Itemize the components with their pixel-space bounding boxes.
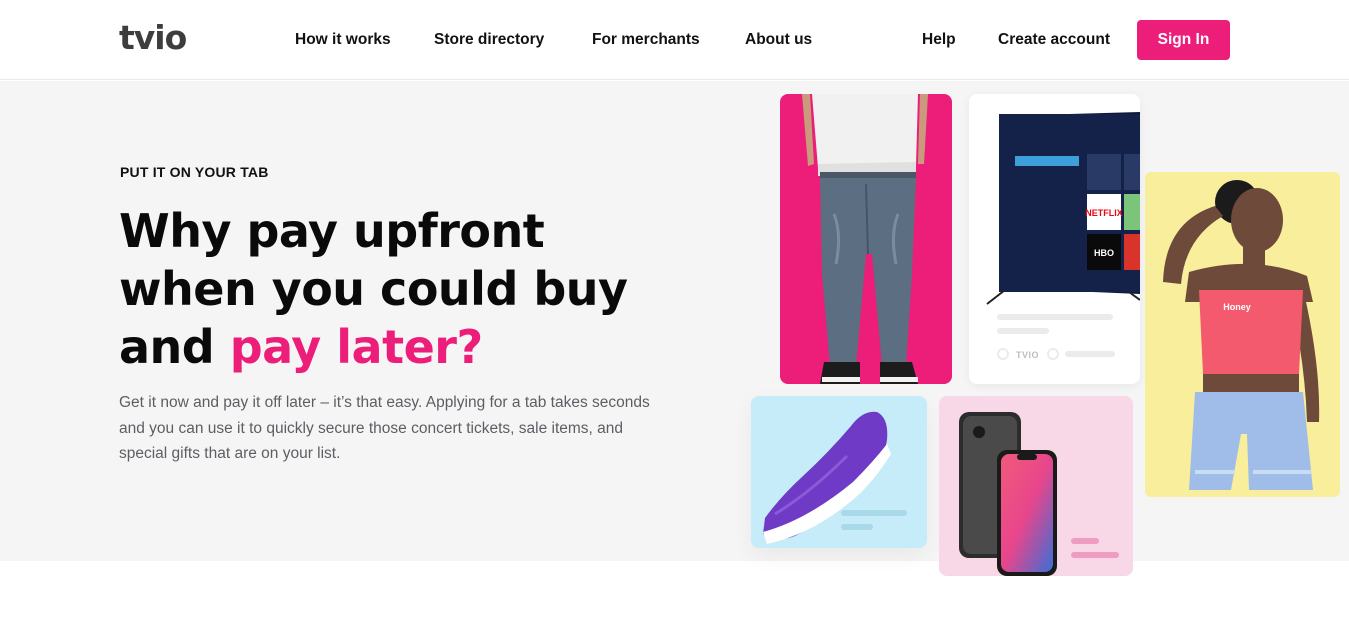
svg-text:HBO: HBO: [1094, 248, 1114, 258]
sign-in-button[interactable]: Sign In: [1137, 20, 1230, 60]
site-header: tvio How it works Store directory For me…: [0, 0, 1349, 80]
sneaker-product-image: [751, 396, 927, 548]
placeholder-line: [1071, 552, 1119, 558]
nav-for-merchants[interactable]: For merchants: [592, 31, 700, 49]
headline-line-3-prefix: and: [119, 320, 230, 374]
sneaker-illustration: [763, 411, 891, 544]
tv-card-brand: TVIO: [1016, 350, 1040, 360]
svg-text:NETFLIX: NETFLIX: [1085, 208, 1123, 218]
tv-product-card: NETFLIX HBO: [969, 94, 1140, 384]
placeholder-line: [1065, 351, 1115, 357]
shirt-text: Honey: [1223, 302, 1251, 312]
hero-eyebrow: PUT IT ON YOUR TAB: [120, 164, 269, 180]
tvio-logo[interactable]: tvio: [119, 18, 187, 57]
jeans-product-image: [780, 94, 952, 384]
nav-create-account[interactable]: Create account: [998, 31, 1110, 49]
phone-illustration: [959, 412, 1057, 576]
headline-line-2: when you could buy: [119, 262, 628, 316]
headline-accent: pay later?: [229, 320, 483, 374]
nav-help[interactable]: Help: [922, 31, 956, 49]
phone-product-image: [939, 396, 1133, 576]
placeholder-line: [841, 524, 873, 530]
tank-top-product-image: Honey: [1145, 172, 1340, 497]
radio-placeholder: [997, 348, 1009, 360]
model-illustration: Honey: [1163, 180, 1320, 490]
hero-headline: Why pay upfront when you could buy and p…: [119, 202, 679, 376]
tv-illustration: NETFLIX HBO: [986, 112, 1140, 305]
placeholder-line: [997, 314, 1113, 320]
placeholder-line: [1071, 538, 1099, 544]
placeholder-line: [841, 510, 907, 516]
jeans-model-illustration: [802, 94, 928, 384]
nav-about-us[interactable]: About us: [745, 31, 812, 49]
hero-subcopy: Get it now and pay it off later – it’s t…: [119, 394, 650, 462]
nav-how-it-works[interactable]: How it works: [295, 31, 391, 49]
radio-placeholder: [1047, 348, 1059, 360]
nav-store-directory[interactable]: Store directory: [434, 31, 544, 49]
placeholder-line: [997, 328, 1049, 334]
headline-line-1: Why pay upfront: [119, 204, 545, 258]
